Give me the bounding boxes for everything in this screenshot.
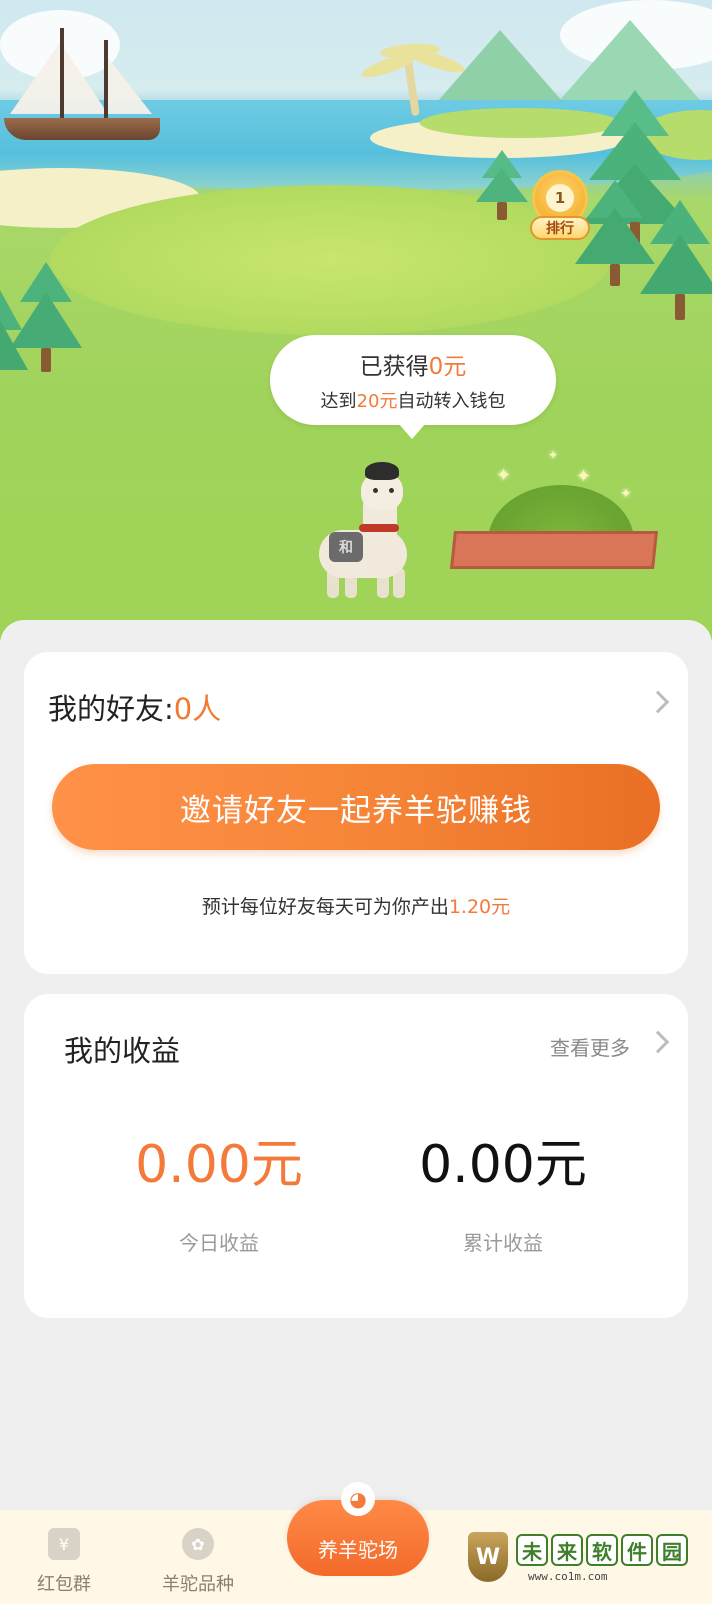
watermark-text: 未 来 软 件 园 (516, 1534, 688, 1566)
chevron-right-icon[interactable] (646, 1030, 670, 1054)
watermark-url: www.co1m.com (528, 1570, 608, 1583)
alpaca-saddle: 和 (329, 532, 363, 562)
alpaca-character[interactable]: 和 (315, 462, 415, 603)
pine-tree (472, 150, 532, 230)
sparkle-icon: ✦ (620, 486, 632, 502)
red-envelope-icon: ¥ (48, 1528, 80, 1560)
earnings-title: 我的收益 (64, 1034, 181, 1068)
hint-prefix: 预计每位好友每天可为你产出 (201, 896, 449, 918)
nav-label: 红包群 (37, 1574, 91, 1595)
pine-tree (640, 200, 712, 330)
watermark-char: 件 (621, 1534, 653, 1566)
nav-red-envelope-group[interactable]: ¥ 红包群 (14, 1528, 114, 1596)
invite-friends-button[interactable]: 邀请好友一起养羊驼赚钱 (52, 764, 660, 850)
goal-prefix: 达到 (320, 391, 357, 412)
nav-alpaca-breeds[interactable]: ✿ 羊驼品种 (148, 1528, 248, 1596)
farm-scene: 1 排行 已获得0元 达到20元自动转入钱包 和 ✦ ✦ ✦ ✦ (0, 0, 712, 640)
breeds-icon: ✿ (182, 1528, 214, 1560)
friend-earning-hint: 预计每位好友每天可为你产出1.20元 (24, 892, 688, 919)
today-earnings: 0.00元 今日收益 (74, 1122, 364, 1256)
mountain (560, 20, 700, 100)
total-label: 累计收益 (463, 1231, 543, 1255)
today-label: 今日收益 (179, 1231, 259, 1255)
watermark-logo: W 未 来 软 件 园 www.co1m.com (468, 1532, 700, 1588)
goal-suffix: 自动转入钱包 (397, 391, 506, 412)
total-earnings: 0.00元 累计收益 (358, 1122, 648, 1256)
total-amount: 0.00元 (419, 1135, 587, 1195)
watermark-char: 软 (586, 1534, 618, 1566)
friends-count: 0人 (173, 692, 222, 726)
sparkle-icon: ✦ (576, 466, 592, 487)
pine-tree (0, 290, 30, 390)
earned-line: 已获得0元 (270, 347, 556, 381)
palm-tree (359, 40, 470, 120)
earnings-card: 我的收益 查看更多 0.00元 今日收益 0.00元 累计收益 (24, 994, 688, 1318)
watermark-char: 未 (516, 1534, 548, 1566)
hint-amount: 1.20元 (448, 896, 511, 918)
watermark-char: 来 (551, 1534, 583, 1566)
rank-badge[interactable]: 1 排行 (526, 170, 594, 246)
earned-prefix: 已获得 (359, 354, 429, 380)
watermark-char: 园 (656, 1534, 688, 1566)
alpaca-cat-icon: ◕ (341, 1482, 375, 1516)
friends-card: 我的好友:0人 邀请好友一起养羊驼赚钱 预计每位好友每天可为你产出1.20元 (24, 652, 688, 974)
shield-logo-icon: W (468, 1532, 508, 1582)
goal-amount: 20元 (356, 391, 398, 412)
earnings-bubble: 已获得0元 达到20元自动转入钱包 (270, 335, 556, 439)
chevron-right-icon[interactable] (646, 690, 670, 714)
sailing-ship (0, 28, 170, 148)
rank-number: 1 (546, 184, 574, 212)
view-more-link[interactable]: 查看更多 (550, 1032, 630, 1061)
goal-line: 达到20元自动转入钱包 (270, 387, 556, 413)
friends-row[interactable]: 我的好友:0人 (48, 686, 221, 728)
sparkle-icon: ✦ (548, 448, 559, 462)
friends-title: 我的好友: (48, 692, 174, 726)
earned-amount: 0元 (428, 354, 467, 380)
nav-label: 养羊驼场 (318, 1538, 398, 1562)
nav-alpaca-farm[interactable]: ◕ 养羊驼场 (287, 1482, 429, 1576)
rank-label: 排行 (530, 216, 590, 240)
sparkle-icon: ✦ (496, 465, 512, 486)
nav-label: 羊驼品种 (162, 1574, 234, 1595)
today-amount: 0.00元 (135, 1135, 303, 1195)
